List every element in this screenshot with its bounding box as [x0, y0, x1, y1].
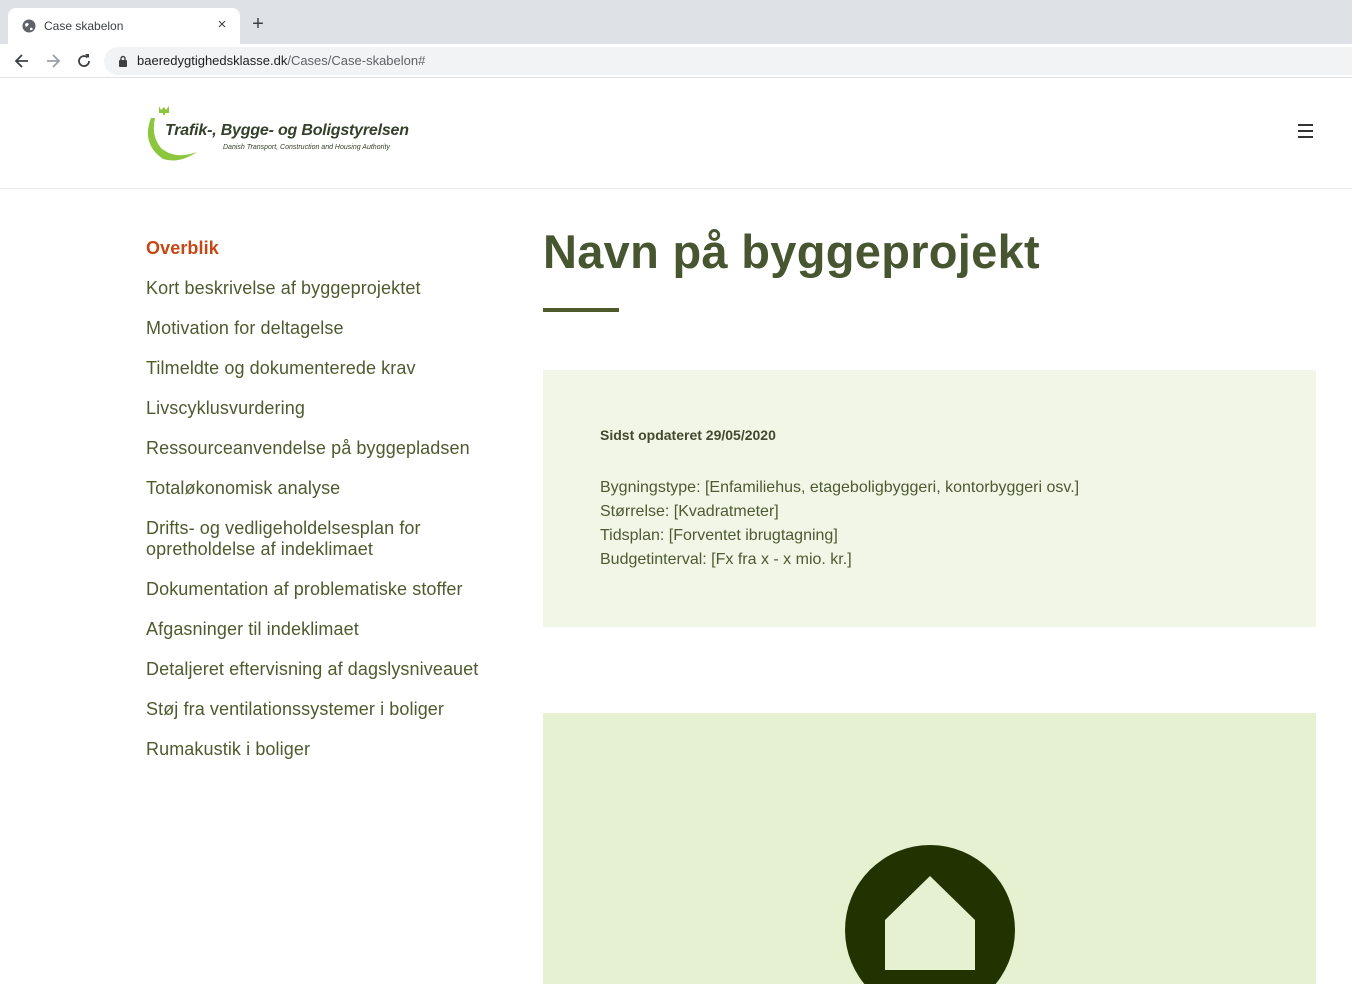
- title-divider: [543, 308, 619, 312]
- page-title: Navn på byggeprojekt: [543, 225, 1040, 278]
- hamburger-menu-icon[interactable]: [1298, 124, 1320, 140]
- project-details: Bygningstype: [Enfamiliehus, etageboligb…: [600, 476, 1079, 572]
- sidebar-item-stoej[interactable]: Støj fra ventilationssystemer i boliger: [146, 699, 516, 720]
- sidebar-item-tilmeldte-krav[interactable]: Tilmeldte og dokumenterede krav: [146, 358, 516, 379]
- logo-subtitle: Danish Transport, Construction and Housi…: [223, 144, 390, 151]
- sidebar-item-livscyklusvurdering[interactable]: Livscyklusvurdering: [146, 398, 516, 419]
- globe-icon: [22, 19, 36, 33]
- browser-tab[interactable]: Case skabelon ×: [8, 8, 240, 44]
- site-header: Trafik-, Bygge- og Boligstyrelsen Danish…: [0, 78, 1352, 189]
- back-arrow-icon[interactable]: [12, 51, 32, 71]
- detail-stoerrelse: Størrelse: [Kvadratmeter]: [600, 503, 779, 520]
- last-updated: Sidst opdateret 29/05/2020: [600, 427, 776, 443]
- sidebar-item-problematiske-stoffer[interactable]: Dokumentation af problematiske stoffer: [146, 579, 516, 600]
- sidebar-item-dagslys[interactable]: Detaljeret eftervisning af dagslysniveau…: [146, 659, 516, 680]
- house-icon: [845, 845, 1015, 984]
- url-domain: baeredygtighedsklasse.dk: [137, 53, 288, 68]
- project-info-box: Sidst opdateret 29/05/2020 Bygningstype:…: [543, 370, 1316, 627]
- sidebar-item-kort-beskrivelse[interactable]: Kort beskrivelse af byggeprojektet: [146, 278, 516, 299]
- detail-bygningstype: Bygningstype: [Enfamiliehus, etageboligb…: [600, 479, 1080, 496]
- sidebar-item-driftsplan[interactable]: Drifts- og vedligeholdelsesplan for opre…: [146, 518, 476, 560]
- logo-title: Trafik-, Bygge- og Boligstyrelsen: [165, 122, 409, 139]
- browser-toolbar: baeredygtighedsklasse.dk/Cases/Case-skab…: [0, 44, 1352, 78]
- lock-icon: [119, 55, 127, 67]
- sidebar-item-ressourceanvendelse[interactable]: Ressourceanvendelse på byggepladsen: [146, 438, 516, 459]
- sidebar-nav: Overblik Kort beskrivelse af byggeprojek…: [146, 238, 516, 779]
- url-text: baeredygtighedsklasse.dk/Cases/Case-skab…: [137, 53, 425, 68]
- address-bar[interactable]: baeredygtighedsklasse.dk/Cases/Case-skab…: [104, 47, 1352, 75]
- project-image-placeholder: [543, 713, 1316, 984]
- tab-title: Case skabelon: [44, 19, 124, 33]
- detail-budgetinterval: Budgetinterval: [Fx fra x - x mio. kr.]: [600, 551, 852, 568]
- detail-tidsplan: Tidsplan: [Forventet ibrugtagning]: [600, 527, 838, 544]
- forward-arrow-icon[interactable]: [43, 51, 63, 71]
- reload-icon[interactable]: [74, 51, 94, 71]
- close-tab-icon[interactable]: ×: [214, 17, 230, 33]
- sidebar-item-motivation[interactable]: Motivation for deltagelse: [146, 318, 516, 339]
- sidebar-item-totaloekonomisk[interactable]: Totaløkonomisk analyse: [146, 478, 516, 499]
- sidebar-item-overblik[interactable]: Overblik: [146, 238, 516, 259]
- site-logo[interactable]: Trafik-, Bygge- og Boligstyrelsen Danish…: [145, 104, 420, 164]
- browser-tab-strip: Case skabelon × +: [0, 0, 1352, 44]
- sidebar-item-afgasninger[interactable]: Afgasninger til indeklimaet: [146, 619, 516, 640]
- new-tab-button[interactable]: +: [248, 14, 268, 34]
- sidebar-item-rumakustik[interactable]: Rumakustik i boliger: [146, 739, 516, 760]
- url-path: /Cases/Case-skabelon#: [287, 53, 426, 68]
